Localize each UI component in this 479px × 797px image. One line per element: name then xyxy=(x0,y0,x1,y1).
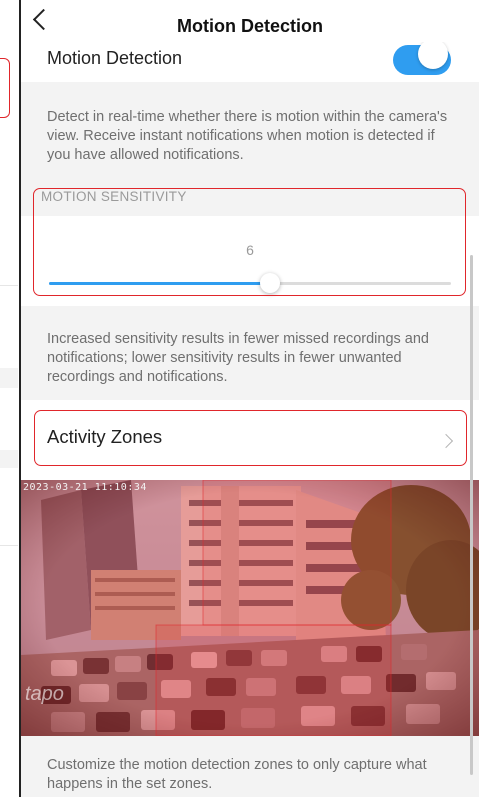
section-band xyxy=(0,368,18,388)
motion-detection-row: Motion Detection xyxy=(21,39,479,82)
sensitivity-highlight-box xyxy=(33,188,466,296)
page-title: Motion Detection xyxy=(177,16,323,36)
motion-detection-label: Motion Detection xyxy=(47,48,183,68)
sensitivity-description: Increased sensitivity results in fewer m… xyxy=(21,306,479,400)
camera-scene xyxy=(21,480,479,736)
tapo-watermark: tapo xyxy=(25,683,64,705)
camera-timestamp: 2023-03-21 11:10:34 xyxy=(23,482,147,493)
activity-zones-highlight-box xyxy=(34,410,467,466)
section-band xyxy=(0,450,18,468)
divider-line xyxy=(0,285,18,286)
toggle-knob xyxy=(418,39,448,69)
motion-description: Detect in real-time whether there is mot… xyxy=(21,82,479,172)
activity-zones-description: Customize the motion detection zones to … xyxy=(21,736,479,797)
camera-preview: 2023-03-21 11:10:34 tapo xyxy=(21,480,479,736)
scrollbar[interactable] xyxy=(470,255,473,775)
highlight-fragment xyxy=(0,58,10,118)
motion-detection-screen: Motion Detection Motion Detection Detect… xyxy=(21,0,479,797)
motion-detection-toggle[interactable] xyxy=(393,39,451,75)
nav-bar: Motion Detection xyxy=(21,0,479,42)
divider-line xyxy=(0,545,18,546)
